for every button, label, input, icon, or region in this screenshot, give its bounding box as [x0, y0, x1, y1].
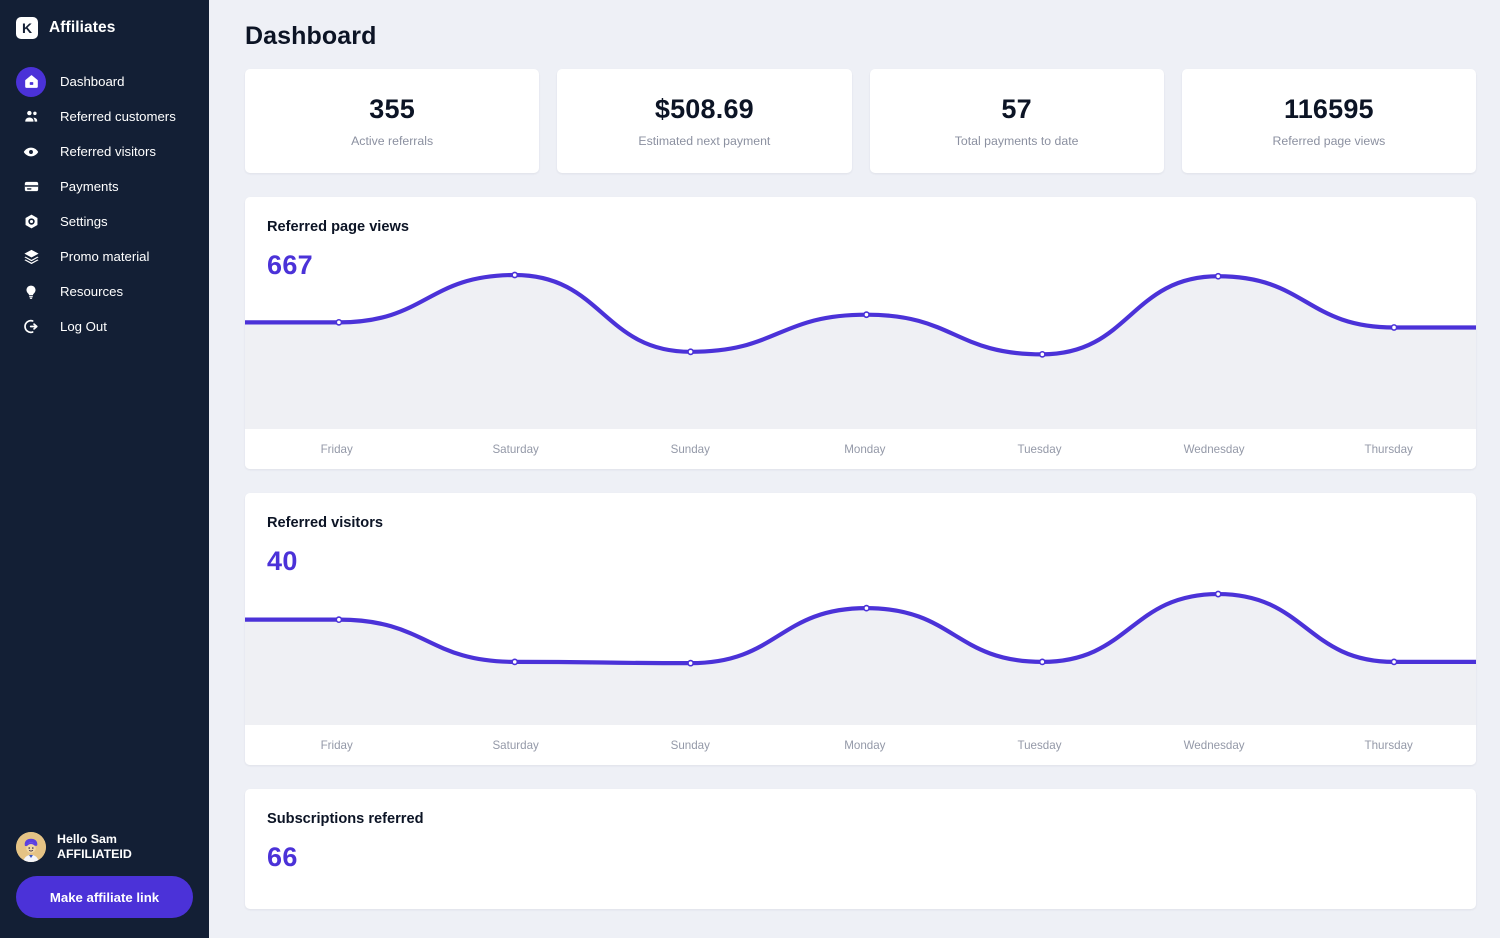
- chart-data-point[interactable]: [1391, 659, 1396, 664]
- stat-cards: 355 Active referrals $508.69 Estimated n…: [245, 69, 1476, 173]
- chart-data-point[interactable]: [1391, 325, 1396, 330]
- sidebar-item-referred-customers[interactable]: Referred customers: [0, 99, 209, 134]
- chart-title: Referred visitors: [267, 515, 1476, 531]
- sidebar-item-label: Log Out: [60, 319, 107, 334]
- profile-greeting: Hello Sam: [57, 832, 132, 847]
- stat-label: Estimated next payment: [638, 134, 770, 148]
- chart-data-point[interactable]: [512, 659, 517, 664]
- chart-header: Referred visitors 40: [245, 493, 1476, 577]
- axis-tick-label: Saturday: [428, 443, 603, 456]
- chart-header: Subscriptions referred 66: [245, 789, 1476, 873]
- axis-tick-label: Thursday: [1301, 443, 1476, 456]
- chart-card-referred-page-views: Referred page views 667 FridaySaturdaySu…: [245, 197, 1476, 469]
- lightbulb-icon: [16, 277, 46, 307]
- axis-tick-label: Monday: [778, 443, 953, 456]
- sidebar-item-label: Dashboard: [60, 74, 125, 89]
- chart-headline-value: 667: [267, 250, 1476, 281]
- stat-card-total-payments-to-date: 57 Total payments to date: [870, 69, 1164, 173]
- chart-data-point[interactable]: [1216, 591, 1221, 596]
- chart-title: Referred page views: [267, 219, 1476, 235]
- chart-data-point[interactable]: [336, 320, 341, 325]
- stat-card-referred-page-views: 116595 Referred page views: [1182, 69, 1476, 173]
- chart-card-referred-visitors: Referred visitors 40 FridaySaturdaySunda…: [245, 493, 1476, 765]
- axis-tick-label: Tuesday: [952, 739, 1127, 752]
- stat-value: 116595: [1284, 94, 1374, 125]
- brand-title: Affiliates: [49, 19, 115, 37]
- chart-data-point[interactable]: [336, 617, 341, 622]
- sidebar-item-resources[interactable]: Resources: [0, 274, 209, 309]
- sidebar-item-label: Payments: [60, 179, 119, 194]
- sidebar-item-label: Referred visitors: [60, 144, 156, 159]
- chart-data-point[interactable]: [1040, 659, 1045, 664]
- chart-title: Subscriptions referred: [267, 811, 1476, 827]
- stat-value: 57: [1001, 94, 1031, 125]
- sidebar-item-settings[interactable]: Settings: [0, 204, 209, 239]
- sidebar-item-referred-visitors[interactable]: Referred visitors: [0, 134, 209, 169]
- profile-affiliate-id: AFFILIATEID: [57, 847, 132, 862]
- axis-tick-label: Friday: [245, 443, 428, 456]
- chart-headline-value: 40: [267, 546, 1476, 577]
- sidebar-item-label: Settings: [60, 214, 108, 229]
- chart-headline-value: 66: [267, 842, 1476, 873]
- axis-tick-label: Sunday: [603, 443, 778, 456]
- axis-tick-label: Monday: [778, 739, 953, 752]
- home-icon: [16, 67, 46, 97]
- sidebar-item-label: Promo material: [60, 249, 149, 264]
- sidebar-item-label: Resources: [60, 284, 123, 299]
- eye-icon: [16, 137, 46, 167]
- sidebar: K Affiliates Dashboard: [0, 0, 209, 938]
- chart-data-point[interactable]: [864, 312, 869, 317]
- sidebar-item-promo-material[interactable]: Promo material: [0, 239, 209, 274]
- chart-data-point[interactable]: [864, 606, 869, 611]
- brand[interactable]: K Affiliates: [0, 0, 209, 39]
- page-title: Dashboard: [245, 0, 1476, 69]
- chart-x-axis: FridaySaturdaySundayMondayTuesdayWednesd…: [245, 429, 1476, 469]
- sidebar-item-payments[interactable]: Payments: [0, 169, 209, 204]
- axis-tick-label: Tuesday: [952, 443, 1127, 456]
- sidebar-item-label: Referred customers: [60, 109, 176, 124]
- brand-logo-icon: K: [16, 17, 38, 39]
- axis-tick-label: Wednesday: [1127, 739, 1302, 752]
- avatar: [16, 832, 46, 862]
- profile[interactable]: Hello Sam AFFILIATEID: [16, 832, 193, 862]
- stat-value: $508.69: [655, 94, 754, 125]
- axis-tick-label: Thursday: [1301, 739, 1476, 752]
- chart-card-subscriptions-referred: Subscriptions referred 66: [245, 789, 1476, 909]
- app-root: K Affiliates Dashboard: [0, 0, 1500, 938]
- chart-area-fill: [245, 594, 1476, 725]
- gear-icon: [16, 207, 46, 237]
- axis-tick-label: Friday: [245, 739, 428, 752]
- stat-label: Total payments to date: [955, 134, 1079, 148]
- chart-header: Referred page views 667: [245, 197, 1476, 281]
- profile-text: Hello Sam AFFILIATEID: [57, 832, 132, 862]
- sidebar-item-dashboard[interactable]: Dashboard: [0, 64, 209, 99]
- chart-data-point[interactable]: [1040, 352, 1045, 357]
- logout-icon: [16, 312, 46, 342]
- layers-icon: [16, 242, 46, 272]
- stat-card-estimated-next-payment: $508.69 Estimated next payment: [557, 69, 851, 173]
- chart-data-point[interactable]: [688, 349, 693, 354]
- sidebar-footer: Hello Sam AFFILIATEID Make affiliate lin…: [0, 832, 209, 938]
- axis-tick-label: Wednesday: [1127, 443, 1302, 456]
- stat-card-active-referrals: 355 Active referrals: [245, 69, 539, 173]
- sidebar-nav: Dashboard Referred customers: [0, 64, 209, 344]
- credit-card-icon: [16, 172, 46, 202]
- axis-tick-label: Saturday: [428, 739, 603, 752]
- sidebar-item-log-out[interactable]: Log Out: [0, 309, 209, 344]
- main-content: Dashboard 355 Active referrals $508.69 E…: [209, 0, 1500, 938]
- chart-x-axis: FridaySaturdaySundayMondayTuesdayWednesd…: [245, 725, 1476, 765]
- axis-tick-label: Sunday: [603, 739, 778, 752]
- make-affiliate-link-button[interactable]: Make affiliate link: [16, 876, 193, 918]
- chart-data-point[interactable]: [688, 661, 693, 666]
- people-icon: [16, 102, 46, 132]
- stat-label: Active referrals: [351, 134, 433, 148]
- stat-label: Referred page views: [1272, 134, 1385, 148]
- stat-value: 355: [369, 94, 415, 125]
